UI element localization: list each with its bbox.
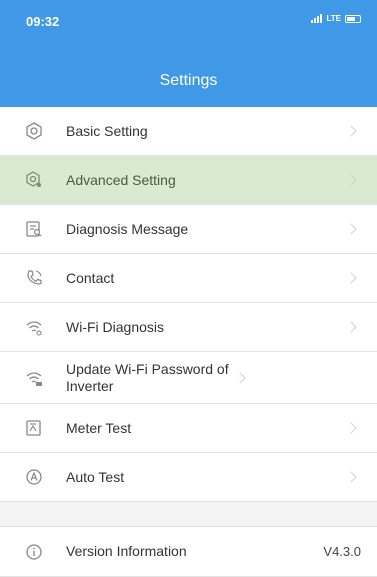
status-indicators: LTE — [311, 14, 361, 23]
menu-item-label: Contact — [66, 269, 115, 286]
info-icon — [24, 542, 44, 562]
menu-item-advanced-setting[interactable]: Advanced Setting — [0, 156, 377, 205]
version-value: V4.3.0 — [323, 544, 361, 559]
menu-item-label: Meter Test — [66, 419, 132, 436]
menu-item-contact[interactable]: Contact — [0, 254, 377, 303]
page-title: Settings — [159, 72, 218, 89]
chevron-right-icon — [345, 422, 357, 434]
section-divider — [0, 502, 377, 527]
settings-list: Basic Setting Advanced Setting Diagnosis… — [0, 107, 377, 577]
version-information-row: Version Information V4.3.0 — [0, 527, 377, 577]
header-bar: 09:32 LTE Settings — [0, 0, 377, 107]
menu-item-wifi-diagnosis[interactable]: Wi-Fi Diagnosis — [0, 303, 377, 352]
chevron-right-icon — [345, 125, 357, 137]
menu-item-diagnosis-message[interactable]: Diagnosis Message — [0, 205, 377, 254]
menu-item-label: Auto Test — [66, 468, 125, 485]
chevron-right-icon — [345, 471, 357, 483]
network-label: LTE — [326, 14, 341, 23]
document-search-icon — [24, 219, 44, 239]
chevron-right-icon — [345, 174, 357, 186]
chevron-right-icon — [345, 272, 357, 284]
menu-item-update-wifi-password[interactable]: Update Wi-Fi Password of Inverter — [0, 352, 377, 404]
chevron-right-icon — [345, 321, 357, 333]
menu-item-auto-test[interactable]: Auto Test — [0, 453, 377, 502]
wifi-icon — [24, 317, 44, 337]
chevron-right-icon — [234, 371, 246, 384]
menu-item-label: Update Wi-Fi Password of Inverter — [66, 360, 229, 394]
menu-item-meter-test[interactable]: Meter Test — [0, 404, 377, 453]
advanced-gear-icon — [24, 170, 44, 190]
menu-item-basic-setting[interactable]: Basic Setting — [0, 107, 377, 156]
menu-item-label: Basic Setting — [66, 122, 148, 139]
auto-test-icon — [24, 467, 44, 487]
meter-icon — [24, 418, 44, 438]
menu-item-label: Diagnosis Message — [66, 220, 189, 237]
wifi-key-icon — [24, 368, 44, 388]
gear-icon — [24, 121, 44, 141]
battery-icon — [345, 14, 361, 23]
status-bar: 09:32 LTE — [26, 14, 361, 30]
chevron-right-icon — [345, 223, 357, 235]
phone-icon — [24, 268, 44, 288]
signal-icon — [311, 14, 323, 23]
version-label: Version Information — [66, 543, 187, 559]
status-time: 09:32 — [26, 14, 60, 29]
menu-item-label: Wi-Fi Diagnosis — [66, 318, 165, 335]
menu-item-label: Advanced Setting — [66, 171, 176, 188]
